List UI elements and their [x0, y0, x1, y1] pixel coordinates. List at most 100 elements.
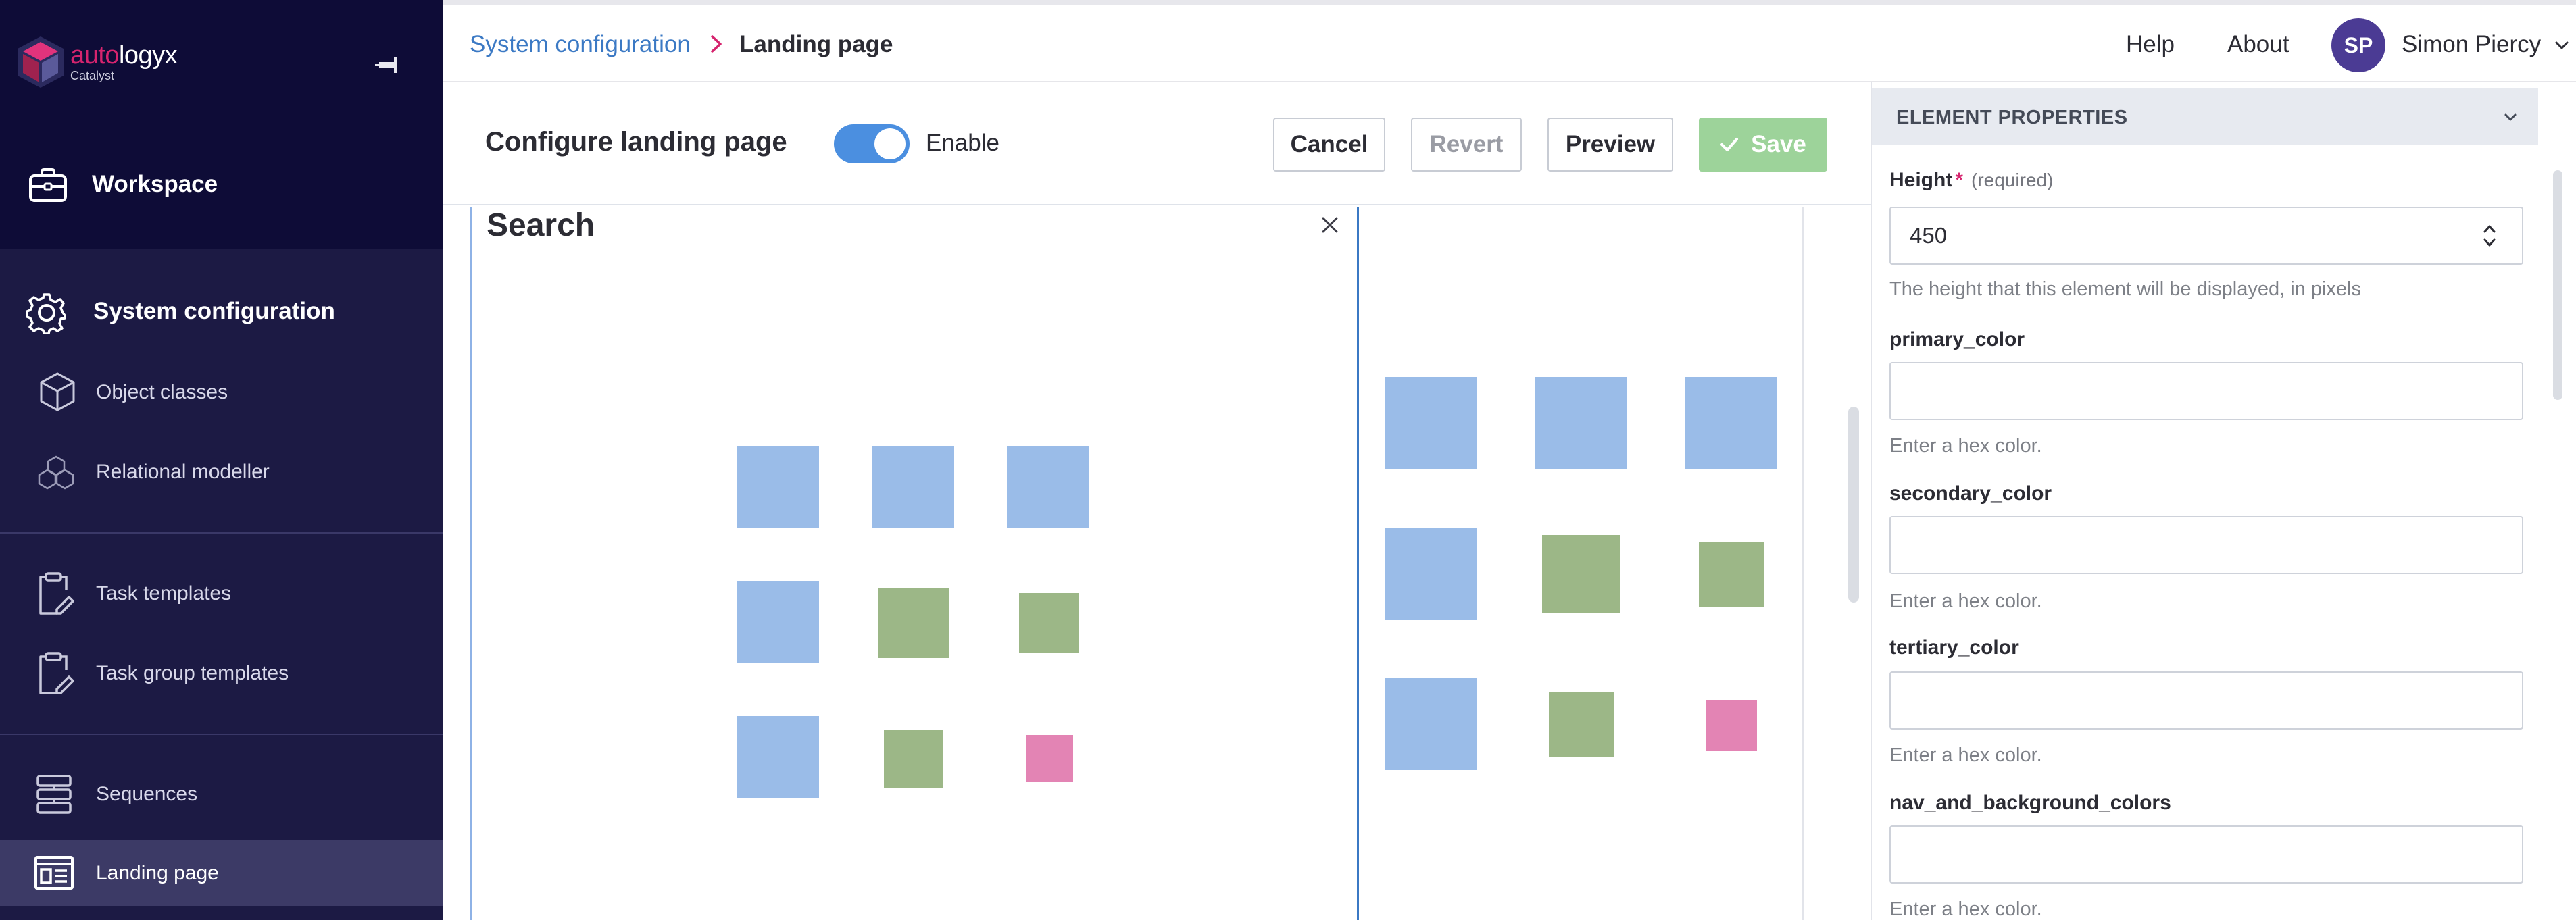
config-toolbar: Configure landing page Enable Cancel Rev…	[443, 84, 1871, 205]
primary-color-input[interactable]	[1889, 362, 2523, 420]
nav-system-configuration-label: System configuration	[93, 298, 335, 324]
required-text: (required)	[1971, 170, 2054, 190]
pin-icon[interactable]	[375, 53, 405, 77]
number-stepper-icon[interactable]	[2480, 220, 2499, 252]
placeholder-shape	[1685, 377, 1777, 469]
breadcrumb-parent-link[interactable]: System configuration	[470, 31, 691, 58]
logo-brand-accent: auto	[70, 41, 119, 70]
chevron-down-icon[interactable]	[2503, 112, 2518, 123]
save-button[interactable]: Save	[1699, 118, 1827, 172]
tertiary-color-help: Enter a hex color.	[1889, 744, 2042, 766]
sidebar-divider	[0, 734, 443, 735]
sequence-icon	[36, 775, 72, 814]
placeholder-shape	[1699, 542, 1764, 607]
nav-and-background-colors-label: nav_and_background_colors	[1889, 792, 2171, 814]
placeholder-shape	[1535, 377, 1627, 469]
nav-system-configuration[interactable]: System configuration	[0, 282, 443, 340]
secondary-color-help: Enter a hex color.	[1889, 590, 2042, 612]
chevron-down-icon[interactable]	[2554, 38, 2569, 53]
widget-title: Search	[487, 207, 595, 243]
column-border	[1802, 207, 1804, 920]
sidebar-top: autologyx Catalyst Workspace	[0, 0, 443, 249]
sidebar-item-task-templates[interactable]: Task templates	[0, 570, 443, 617]
logo-sub: Catalyst	[70, 69, 115, 82]
tertiary-color-input[interactable]	[1889, 671, 2523, 730]
placeholder-shape	[1549, 692, 1614, 757]
placeholder-shape	[737, 446, 819, 528]
nav-workspace-label: Workspace	[92, 171, 218, 197]
enable-toggle[interactable]	[834, 124, 910, 163]
placeholder-shape	[737, 581, 819, 663]
sidebar-item-landing-page[interactable]: Landing page	[0, 840, 443, 906]
sidebar-item-object-classes[interactable]: Object classes	[0, 370, 443, 415]
preview-button[interactable]: Preview	[1547, 118, 1673, 172]
element-properties-panel: ELEMENT PROPERTIES Height* (required) The…	[1871, 82, 2576, 920]
enable-label: Enable	[926, 130, 999, 156]
breadcrumb-current: Landing page	[739, 31, 893, 57]
cube-icon	[40, 372, 75, 411]
height-help: The height that this element will be dis…	[1889, 278, 2361, 300]
logo-brand-rest: logyx	[118, 41, 178, 70]
toggle-knob	[874, 128, 906, 159]
placeholder-shape	[1007, 446, 1089, 528]
secondary-color-input[interactable]	[1889, 516, 2523, 574]
avatar[interactable]: SP	[2331, 18, 2385, 72]
panel-title: ELEMENT PROPERTIES	[1896, 107, 2128, 128]
search-widget[interactable]: Search	[470, 207, 1358, 920]
secondary-color-label: secondary_color	[1889, 482, 2052, 505]
about-link[interactable]: About	[2227, 31, 2289, 58]
close-icon[interactable]	[1320, 215, 1340, 235]
layout-canvas: Search	[443, 207, 1871, 920]
chevron-right-icon	[711, 35, 722, 53]
landing-page-icon	[34, 856, 74, 890]
height-input[interactable]	[1889, 207, 2523, 265]
cubes-icon	[38, 455, 74, 490]
panel-header[interactable]: ELEMENT PROPERTIES	[1872, 88, 2538, 145]
logo-cube-icon	[18, 36, 64, 88]
logo: autologyx Catalyst	[15, 35, 178, 89]
nav-and-background-colors-input[interactable]	[1889, 825, 2523, 884]
sidebar-item-label: Task group templates	[96, 662, 289, 684]
height-label-text: Height	[1889, 169, 1953, 191]
page-title: Configure landing page	[485, 127, 787, 157]
placeholder-shape	[1706, 700, 1757, 751]
primary-color-label: primary_color	[1889, 328, 2025, 351]
sidebar: autologyx Catalyst Workspace System conf…	[0, 0, 443, 920]
user-menu[interactable]: Simon Piercy	[2402, 31, 2541, 58]
sidebar-item-label: Sequences	[96, 783, 198, 805]
placeholder-shape	[1542, 535, 1620, 613]
placeholder-shape	[878, 588, 949, 658]
cancel-button[interactable]: Cancel	[1273, 118, 1385, 172]
placeholder-shape	[884, 730, 943, 788]
sidebar-item-label: Object classes	[96, 381, 228, 403]
check-icon	[1720, 138, 1739, 151]
clipboard-edit-icon	[39, 652, 74, 694]
sidebar-item-label: Task templates	[96, 582, 232, 605]
sidebar-item-task-group-templates[interactable]: Task group templates	[0, 650, 443, 697]
gear-icon	[26, 293, 66, 334]
placeholder-shape	[1385, 678, 1477, 770]
placeholder-shape	[737, 716, 819, 798]
placeholder-shape	[1385, 528, 1477, 620]
canvas-scroll-thumb[interactable]	[1848, 407, 1859, 603]
help-link[interactable]: Help	[2126, 31, 2175, 58]
nav-and-background-colors-help: Enter a hex color.	[1889, 898, 2042, 920]
top-border	[443, 0, 2576, 5]
placeholder-shape	[1019, 593, 1079, 653]
clipboard-edit-icon	[39, 572, 74, 615]
logo-text: autologyx Catalyst	[70, 41, 178, 82]
nav-workspace[interactable]: Workspace	[0, 154, 443, 215]
required-marker: *	[1955, 169, 1964, 191]
sidebar-item-relational-modeller[interactable]: Relational modeller	[0, 450, 443, 494]
revert-button[interactable]: Revert	[1411, 118, 1522, 172]
sidebar-item-label: Landing page	[96, 862, 219, 884]
primary-color-help: Enter a hex color.	[1889, 435, 2042, 457]
panel-scrollbar[interactable]	[2553, 170, 2562, 400]
sidebar-item-sequences[interactable]: Sequences	[0, 771, 443, 817]
placeholder-shape	[1026, 735, 1073, 782]
widget-separator	[1357, 207, 1359, 920]
sidebar-item-label: Relational modeller	[96, 461, 270, 483]
sidebar-divider	[0, 532, 443, 534]
height-label: Height * (required)	[1889, 169, 2053, 192]
save-button-label: Save	[1751, 131, 1806, 157]
